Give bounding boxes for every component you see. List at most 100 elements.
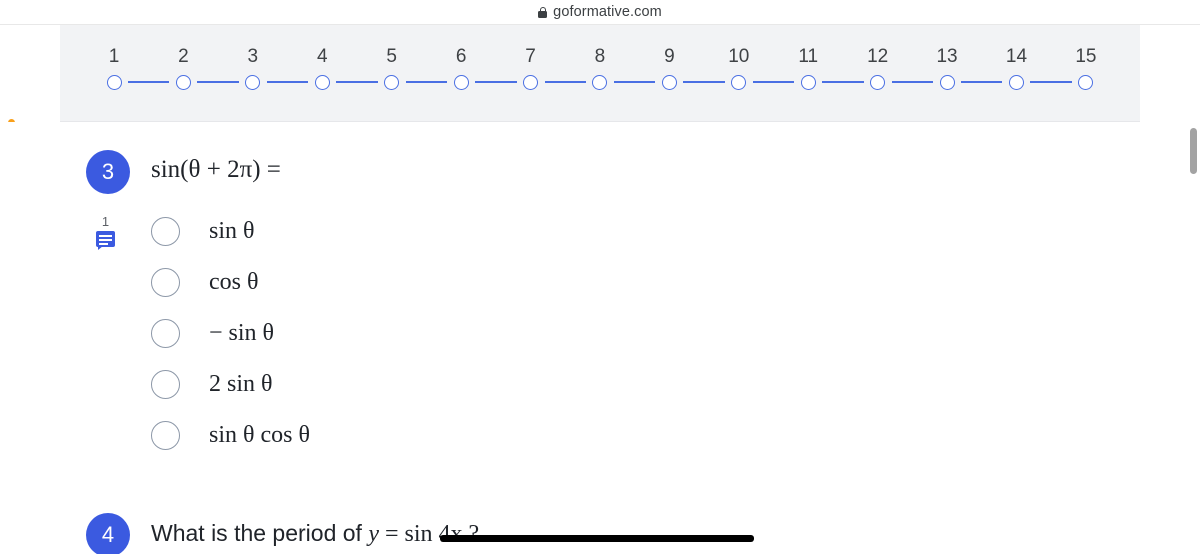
question-prompt-4-prefix: What is the period of: [151, 520, 369, 546]
answer-option[interactable]: sin θ: [151, 206, 310, 257]
stepper-step-dot[interactable]: [523, 75, 539, 90]
stepper-step-label: 6: [455, 46, 467, 67]
redaction-stroke: [440, 535, 754, 542]
radio-button[interactable]: [151, 421, 180, 450]
stepper-step-label: 9: [664, 46, 675, 67]
stepper-connector: [613, 81, 656, 83]
answer-option[interactable]: cos θ: [151, 257, 310, 308]
stepper-step-4[interactable]: 4: [308, 45, 336, 90]
clipped-fragment-1: ....: [200, 25, 212, 26]
stepper-step-dot[interactable]: [453, 75, 469, 90]
stepper-step-15[interactable]: 15: [1072, 45, 1100, 90]
question-stepper: 1 2 3 4 5 6 7 8 9 10 11 12 13 14 15: [100, 45, 1100, 90]
url-display[interactable]: goformative.com: [538, 4, 662, 20]
stepper-connector: [405, 81, 448, 83]
answer-option-label: − sin θ: [209, 320, 275, 346]
answer-option-label: cos θ: [209, 269, 259, 295]
stepper-connector: [683, 81, 725, 83]
stepper-connector: [752, 81, 795, 83]
page-scrollbar-thumb[interactable]: [1190, 128, 1197, 174]
stepper-step-label: 10: [728, 46, 750, 67]
stepper-step-label: 2: [178, 46, 189, 67]
radio-button[interactable]: [151, 319, 180, 348]
radio-button[interactable]: [151, 268, 180, 297]
question-number-badge-4: 4: [86, 513, 130, 554]
stepper-step-dot[interactable]: [175, 75, 191, 90]
url-text: goformative.com: [553, 4, 662, 20]
stepper-step-12[interactable]: 12: [864, 45, 892, 90]
clipped-fragment-3: ...: [625, 25, 634, 26]
comment-indicator[interactable]: 1: [96, 214, 115, 250]
stepper-connector: [336, 81, 378, 83]
answer-option[interactable]: 2 sin θ: [151, 359, 310, 410]
answer-option-label: 2 sin θ: [209, 371, 273, 397]
stepper-step-11[interactable]: 11: [794, 45, 822, 90]
answer-option-label: sin θ: [209, 218, 255, 244]
answer-option[interactable]: − sin θ: [151, 308, 310, 359]
stepper-step-6[interactable]: 6: [447, 45, 475, 90]
stepper-connector: [961, 81, 1003, 83]
stepper-step-dot[interactable]: [384, 75, 400, 90]
comment-icon[interactable]: [96, 231, 115, 250]
question-prompt-4-expression: sin 4x ?: [404, 521, 480, 547]
answer-option-label: sin θ cos θ: [209, 422, 310, 448]
radio-button[interactable]: [151, 217, 180, 246]
stepper-step-dot[interactable]: [592, 75, 608, 90]
answer-options-list: sin θ cos θ − sin θ 2 sin θ sin θ cos θ: [151, 206, 310, 461]
stepper-step-14[interactable]: 14: [1002, 45, 1030, 90]
stepper-step-label: 15: [1075, 46, 1097, 67]
stepper-step-dot[interactable]: [939, 75, 955, 90]
radio-button[interactable]: [151, 370, 180, 399]
stepper-connector: [197, 81, 239, 83]
stepper-step-10[interactable]: 10: [725, 45, 753, 90]
stepper-connector: [475, 81, 517, 83]
stepper-connector: [128, 81, 170, 83]
stepper-connector: [266, 81, 309, 83]
stepper-step-7[interactable]: 7: [517, 45, 545, 90]
answer-option[interactable]: sin θ cos θ: [151, 410, 310, 461]
stepper-step-label: 3: [247, 46, 259, 67]
question-number-badge-3: 3: [86, 150, 130, 194]
stepper-step-dot[interactable]: [1078, 75, 1094, 90]
page-scrollbar-track[interactable]: [1187, 25, 1200, 554]
question-prompt-4-variable: y: [368, 521, 379, 547]
stepper-step-1[interactable]: 1: [100, 45, 128, 90]
lock-icon: [538, 6, 548, 18]
question-content-area: 3 sin(θ + 2π) = 1 sin θ cos θ − sin θ 2 sin…: [0, 122, 1200, 554]
stepper-step-label: 13: [936, 46, 958, 67]
clipped-fragment-2: ..: [475, 25, 481, 26]
stepper-step-dot[interactable]: [245, 75, 261, 90]
stepper-connector: [1030, 81, 1072, 83]
stepper-connector: [544, 81, 586, 83]
stepper-step-dot[interactable]: [731, 75, 747, 90]
stepper-step-8[interactable]: 8: [586, 45, 614, 90]
stepper-step-5[interactable]: 5: [378, 45, 406, 90]
stepper-step-label: 14: [1005, 46, 1028, 67]
stepper-step-dot[interactable]: [800, 75, 816, 90]
stepper-step-dot[interactable]: [106, 75, 122, 90]
stepper-step-label: 11: [798, 46, 819, 67]
stepper-connector: [822, 81, 864, 83]
question-prompt-4-equals: =: [379, 521, 405, 547]
stepper-step-label: 5: [386, 46, 397, 67]
stepper-step-dot[interactable]: [661, 75, 677, 90]
stepper-step-label: 1: [108, 46, 120, 67]
question-navigator-panel: .... .. ... 123456789101112131415: [60, 25, 1140, 122]
stepper-step-9[interactable]: 9: [655, 45, 683, 90]
stepper-step-13[interactable]: 13: [933, 45, 961, 90]
stepper-step-dot[interactable]: [1008, 75, 1024, 90]
stepper-step-label: 12: [867, 46, 889, 67]
stepper-step-dot[interactable]: [870, 75, 886, 90]
stepper-step-label: 8: [594, 46, 606, 67]
stepper-step-label: 4: [316, 46, 328, 67]
stepper-step-dot[interactable]: [314, 75, 330, 90]
stepper-step-2[interactable]: 2: [169, 45, 197, 90]
browser-address-bar: goformative.com: [0, 0, 1200, 25]
question-prompt-3: sin(θ + 2π) =: [151, 156, 281, 183]
question-prompt-4: What is the period of y = sin 4x ?: [151, 520, 479, 548]
stepper-step-label: 7: [525, 46, 536, 67]
clipped-text-row: .... .. ...: [60, 25, 1140, 28]
comment-count: 1: [101, 214, 110, 229]
stepper-step-3[interactable]: 3: [239, 45, 267, 90]
stepper-connector: [891, 81, 934, 83]
